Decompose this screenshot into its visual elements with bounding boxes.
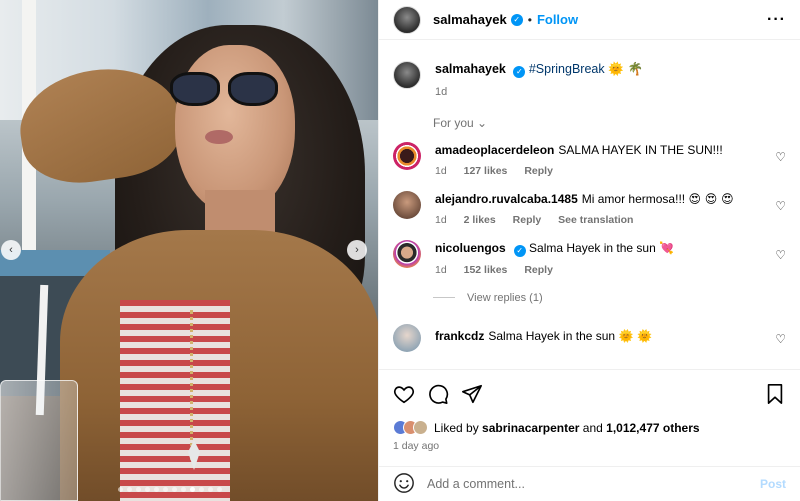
photo-striped-shirt: [120, 300, 230, 501]
share-paper-plane-icon[interactable]: [461, 383, 483, 405]
comment-emojis: 💘: [659, 240, 675, 255]
carousel-dot: [136, 487, 141, 492]
comment-input[interactable]: [427, 477, 760, 491]
photo-sunglasses: [170, 72, 282, 108]
like-comment-heart-icon[interactable]: ♡: [775, 150, 786, 164]
caption-avatar[interactable]: [393, 61, 421, 89]
comment-bubble-icon[interactable]: [427, 383, 449, 405]
post-age[interactable]: 1 day ago: [393, 440, 786, 452]
comment-item: alejandro.ruvalcaba.1485 Mi amor hermosa!…: [393, 190, 786, 226]
follow-button[interactable]: Follow: [537, 12, 578, 27]
carousel-dot: [172, 487, 177, 492]
carousel-dot: [181, 487, 186, 492]
carousel-dot: [163, 487, 168, 492]
carousel-next-button[interactable]: ›: [347, 240, 367, 260]
comment-emojis: 🌞 🌞: [618, 328, 653, 343]
carousel-dot: [154, 487, 159, 492]
comment-text: SALMA HAYEK IN THE SUN!!!: [558, 142, 723, 157]
carousel-dot: [190, 487, 195, 492]
bookmark-icon[interactable]: [764, 383, 786, 405]
comment-username[interactable]: nicoluengos: [435, 241, 506, 255]
avatar[interactable]: [393, 323, 421, 352]
carousel-dots: [118, 487, 222, 492]
for-you-sort-dropdown[interactable]: For you ⌄: [433, 116, 786, 130]
avatar[interactable]: [393, 141, 421, 170]
liked-by-middle: and: [582, 420, 603, 435]
header-username[interactable]: salmahayek: [433, 12, 507, 27]
comment-time: 1d: [435, 263, 447, 276]
reply-button[interactable]: Reply: [513, 214, 542, 226]
view-replies-button[interactable]: View replies (1): [433, 292, 786, 304]
comment-likes[interactable]: 152 likes: [464, 264, 508, 276]
avatar[interactable]: [393, 190, 421, 219]
comment-likes[interactable]: 2 likes: [464, 214, 496, 226]
comment-text: Salma Hayek in the sun: [488, 328, 616, 343]
view-replies-label: View replies (1): [467, 291, 543, 304]
comments-scroll[interactable]: salmahayek ✓ #SpringBreak 🌞 🌴 1d For you…: [379, 41, 800, 369]
carousel-dot: [217, 487, 222, 492]
comment-likes[interactable]: 127 likes: [464, 165, 508, 177]
comment-item: amadeoplacerdeleon SALMA HAYEK IN THE SUN…: [393, 141, 786, 177]
add-comment-bar: Post: [379, 466, 800, 501]
like-comment-heart-icon[interactable]: ♡: [775, 332, 786, 346]
comment-time: 1d: [435, 164, 447, 177]
liked-by-prefix: Liked by: [434, 420, 479, 435]
like-comment-heart-icon[interactable]: ♡: [775, 248, 786, 262]
comment-username[interactable]: frankcdz: [435, 329, 484, 343]
caption-time: 1d: [435, 85, 448, 98]
replies-divider: [433, 297, 455, 298]
caption-username[interactable]: salmahayek: [435, 62, 506, 76]
emoji-smiley-icon[interactable]: [393, 472, 415, 497]
chevron-left-icon: ‹: [9, 244, 13, 256]
carousel-dot: [208, 487, 213, 492]
verified-badge-icon: ✓: [513, 244, 526, 257]
photo-lips: [205, 130, 233, 144]
caption-emojis: 🌞 🌴: [608, 61, 644, 76]
caption-hashtag[interactable]: #SpringBreak: [529, 62, 605, 76]
post-photo[interactable]: ‹ ›: [0, 0, 378, 501]
comment-username[interactable]: alejandro.ruvalcaba.1485: [435, 192, 578, 206]
photo-glass: [0, 380, 78, 501]
post-header: salmahayek ✓ • Follow ···: [379, 0, 800, 40]
avatar[interactable]: [393, 239, 421, 268]
post-detail-panel: salmahayek ✓ • Follow ··· salmahayek ✓ #…: [378, 0, 800, 501]
comment-username[interactable]: amadeoplacerdeleon: [435, 143, 554, 157]
carousel-dot: [199, 487, 204, 492]
comment-item: nicoluengos ✓ Salma Hayek in the sun 💘 1d…: [393, 239, 786, 276]
photo-necklace: [190, 310, 208, 460]
likes-summary: Liked by sabrinacarpenter and 1,012,477 …: [393, 420, 786, 435]
comment-text: Mi amor hermosa!!!: [581, 191, 686, 206]
carousel-dot: [127, 487, 132, 492]
like-heart-icon[interactable]: [393, 383, 415, 405]
reply-button[interactable]: Reply: [524, 264, 553, 276]
post-comment-button[interactable]: Post: [760, 477, 786, 491]
avatar[interactable]: [393, 5, 421, 34]
post-caption: salmahayek ✓ #SpringBreak 🌞 🌴 1d: [393, 61, 786, 98]
carousel-prev-button[interactable]: ‹: [1, 240, 21, 260]
verified-badge-icon: ✓: [510, 13, 523, 26]
liked-by-count[interactable]: 1,012,477 others: [606, 421, 699, 435]
liker-avatars[interactable]: [393, 420, 428, 435]
header-separator: •: [527, 12, 532, 27]
like-comment-heart-icon[interactable]: ♡: [775, 199, 786, 213]
comment-emojis: 😍 😍 😍: [688, 191, 734, 206]
liked-by-user[interactable]: sabrinacarpenter: [482, 421, 579, 435]
comment-time: 1d: [435, 213, 447, 226]
comment-text: Salma Hayek in the sun: [529, 240, 656, 255]
verified-badge-icon: ✓: [513, 65, 526, 78]
carousel-dot: [145, 487, 150, 492]
comment-item: frankcdz Salma Hayek in the sun 🌞 🌞 ♡: [393, 323, 786, 352]
post-actions: Liked by sabrinacarpenter and 1,012,477 …: [379, 369, 800, 452]
carousel-dot: [118, 487, 123, 492]
more-options-icon[interactable]: ···: [767, 11, 786, 29]
see-translation-button[interactable]: See translation: [558, 214, 633, 226]
chevron-right-icon: ›: [355, 244, 359, 256]
reply-button[interactable]: Reply: [524, 165, 553, 177]
